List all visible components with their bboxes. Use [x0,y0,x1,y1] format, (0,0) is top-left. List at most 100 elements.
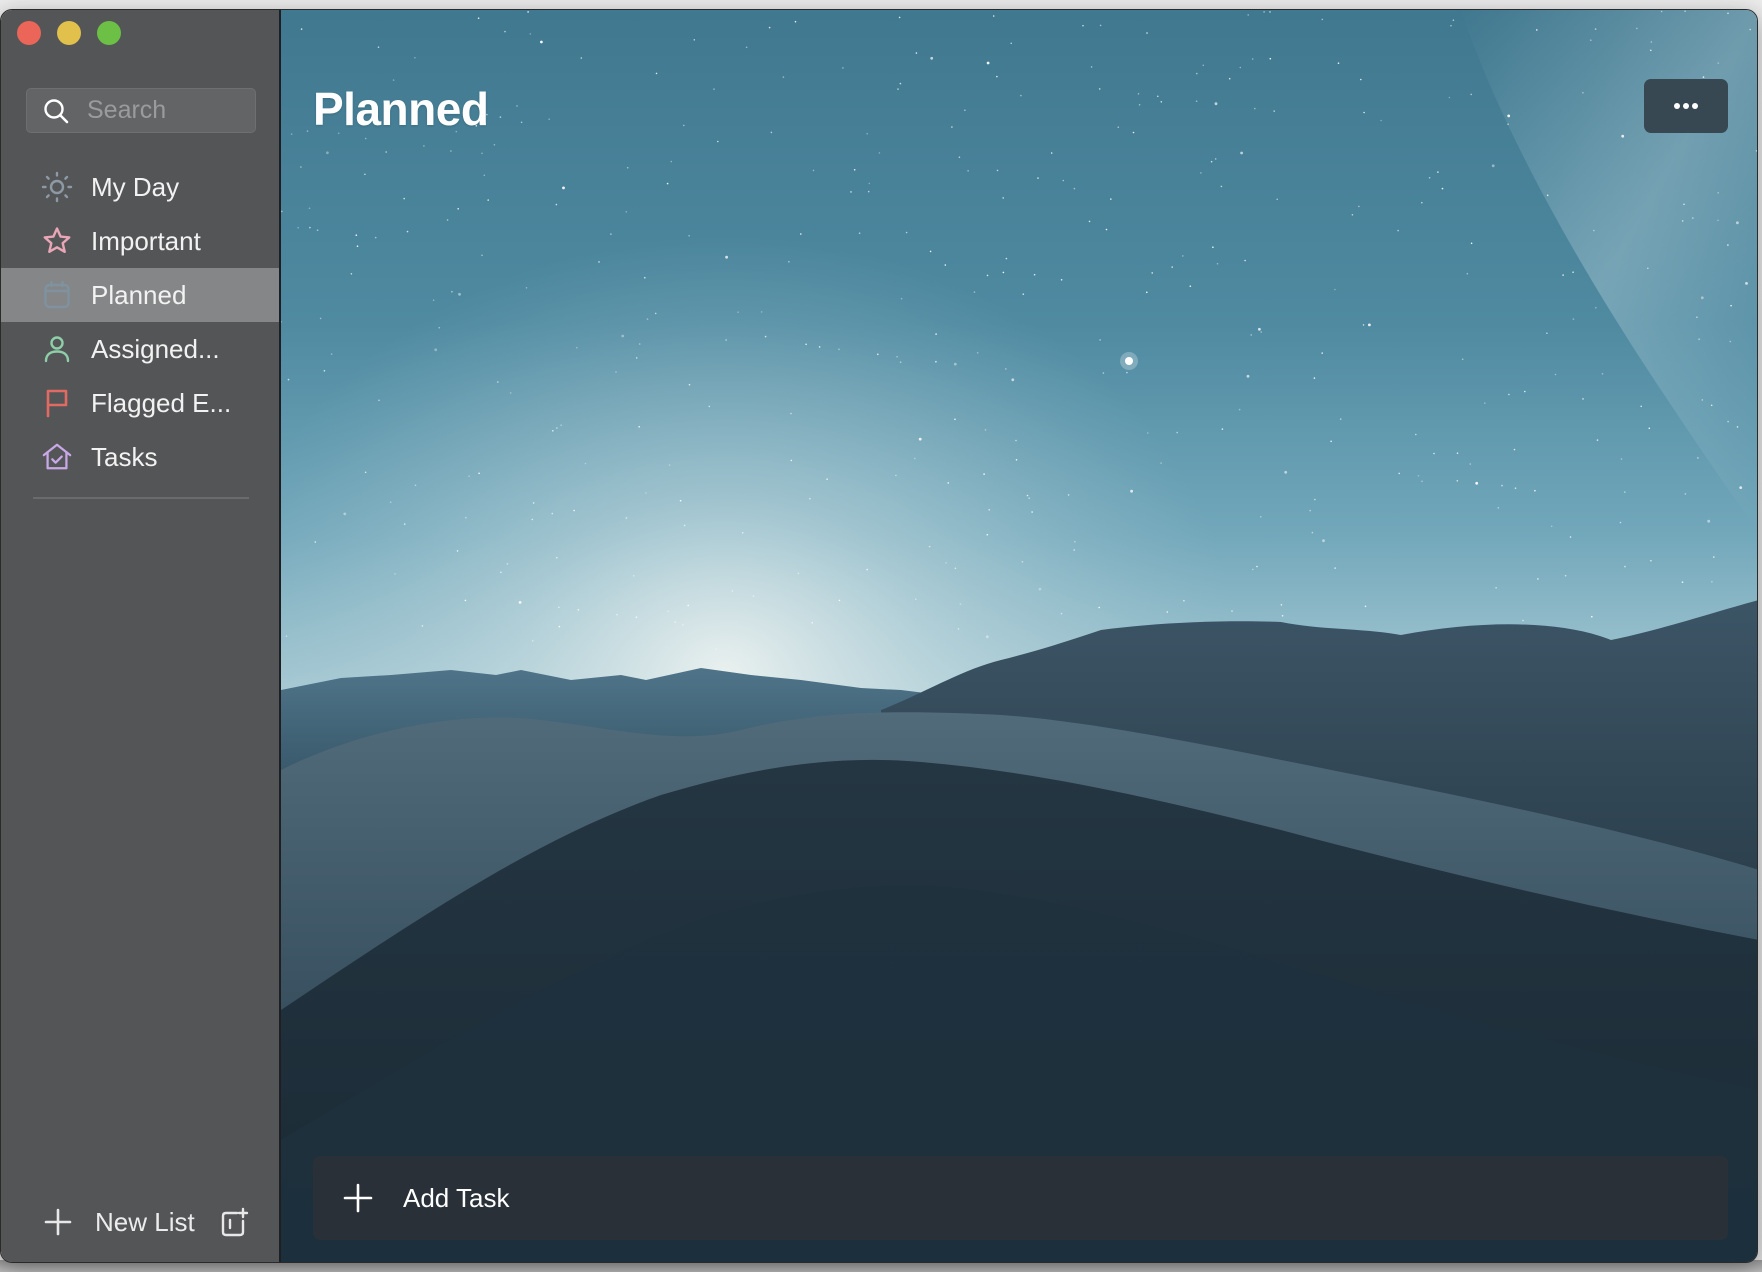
star-dot [552,430,554,432]
star-dot [1269,57,1272,60]
star-dot [954,418,956,421]
star-dot [506,563,509,565]
star-dot [309,226,311,229]
star-dot [1513,448,1516,451]
add-task-bar[interactable] [313,1156,1728,1240]
star-dot [1546,332,1548,335]
new-group-icon[interactable] [219,1207,249,1237]
sidebar-item-important[interactable]: Important [1,214,279,268]
star-dot [688,234,690,237]
close-window-button[interactable] [17,21,41,45]
star-dot [725,255,728,259]
star-dot [1537,578,1539,580]
star-dot [899,361,902,364]
star-dot [1514,487,1517,490]
zoom-window-button[interactable] [97,21,121,45]
star-dot [516,105,518,107]
star-dot [918,437,922,441]
sidebar-item-label: Assigned... [91,333,220,364]
star-dot [625,517,628,519]
star-dot [1214,102,1218,106]
more-options-button[interactable] [1644,79,1728,133]
star-dot [616,613,618,616]
star-dot [811,622,813,624]
star-dot [1321,18,1324,21]
sidebar-item-my-day[interactable]: My Day [1,160,279,214]
sidebar-divider [33,497,249,499]
star-dot [551,512,554,515]
star-dot [1358,205,1360,208]
star-dot [1138,104,1141,106]
star-dot [577,609,580,611]
star-dot [1470,242,1473,245]
star-dot [1507,114,1511,118]
star-dot [1745,282,1748,285]
plus-icon[interactable] [343,1183,373,1213]
star-dot [1151,272,1153,274]
star-dot [944,264,947,266]
star-dot [1497,507,1500,509]
star-dot [986,533,989,536]
star-dot [1031,511,1033,513]
star-dot [1026,494,1029,497]
star-dot [308,207,311,210]
star-dot [1739,486,1743,489]
star-dot [986,61,990,65]
star-dot [1157,95,1159,98]
star-dot [1437,171,1439,173]
star-dot [976,352,979,354]
new-list-button[interactable]: New List [95,1207,195,1238]
star-dot [1005,257,1008,260]
star-dot [1117,126,1120,128]
star-dot [896,355,898,358]
sidebar-item-planned[interactable]: Planned [1,268,279,322]
minimize-window-button[interactable] [57,21,81,45]
star-dot [529,33,532,35]
star-dot [895,474,897,477]
star-dot [770,131,773,134]
star-dot [1650,41,1653,43]
sidebar-item-assigned[interactable]: Assigned... [1,322,279,376]
star-dot [1380,119,1382,122]
star-dot [1281,615,1284,617]
star-dot [1038,587,1042,591]
star-dot [1524,390,1526,393]
star-dot [1660,10,1663,13]
star-dot [1713,556,1715,558]
star-dot [1166,611,1169,613]
star-dot [800,233,802,235]
star-dot [1334,567,1336,569]
calendar-icon [41,279,73,311]
star-dot [764,335,767,338]
star-dot [782,76,785,78]
star-dot [483,174,486,177]
star-dot [560,424,562,427]
sidebar-item-tasks[interactable]: Tasks [1,430,279,484]
plus-icon[interactable] [44,1208,72,1236]
star-dot [478,472,480,475]
search-input[interactable] [87,96,237,125]
star-dot [741,532,744,534]
star-dot [1183,599,1185,602]
star-dot [1099,24,1102,27]
star-dot [1105,228,1108,231]
star-dot [1534,489,1536,492]
star-dot [788,261,790,263]
star-dot [1582,398,1584,400]
person-icon [41,333,73,365]
star-dot [438,326,441,329]
star-dot [1736,221,1739,225]
star-dot [374,236,377,239]
star-dot [1090,66,1093,68]
star-dot [423,145,425,147]
add-task-input[interactable] [403,1182,1728,1214]
sidebar-item-flagged-email[interactable]: Flagged E... [1,376,279,430]
search-box[interactable] [26,88,256,133]
star-dot [300,28,303,30]
star-dot [364,471,367,474]
star-dot [1260,516,1262,518]
star-dot [1727,12,1729,15]
star-dot [1417,475,1420,477]
star-dot [457,208,459,210]
star-dot [1073,549,1075,551]
